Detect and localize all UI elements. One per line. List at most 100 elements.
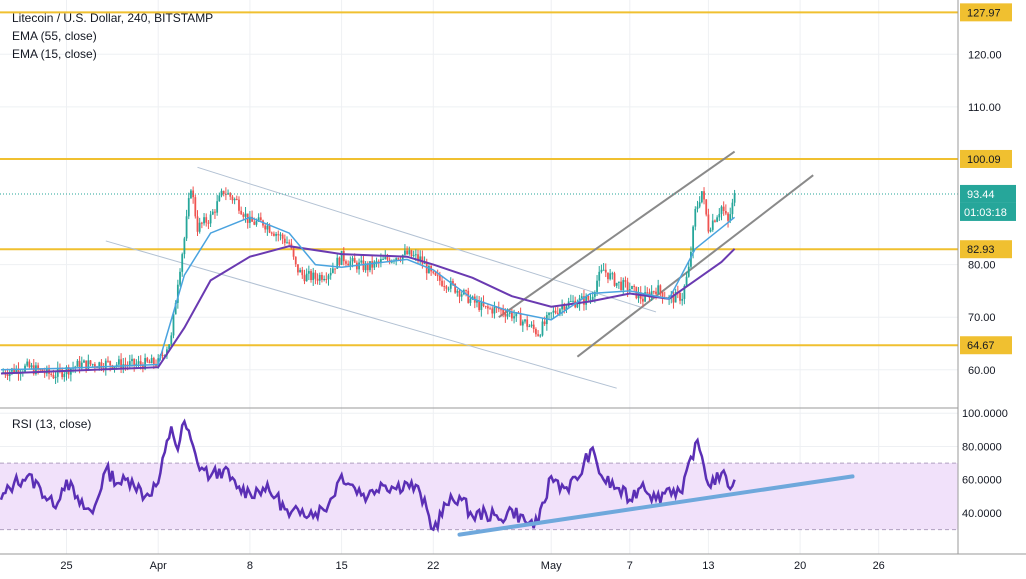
candle-body-95: [209, 214, 212, 224]
candle-body-225: [493, 306, 496, 314]
candle-body-73: [161, 355, 164, 357]
candle-body-82: [181, 254, 184, 272]
candle-body-125: [275, 234, 277, 236]
candle-body-115: [253, 221, 256, 225]
candle-body-41: [91, 364, 94, 366]
candle-body-40: [89, 360, 92, 365]
time-tick-label-3: 15: [335, 560, 347, 572]
candle-body-85: [187, 198, 190, 217]
candle-body-156: [342, 250, 345, 262]
candle-body-109: [240, 210, 243, 215]
ema-15-legend: EMA (15, close): [12, 47, 97, 61]
candle-body-164: [360, 260, 363, 263]
candle-body-332: [727, 213, 729, 221]
price-grid: [0, 0, 958, 408]
candle-body-201: [441, 280, 443, 286]
candle-body-240: [526, 319, 529, 327]
candle-body-288: [631, 285, 633, 290]
candle-body-320: [700, 191, 703, 203]
time-tick-label-0: 25: [60, 560, 72, 572]
candle-body-317: [694, 208, 697, 227]
candle-body-54: [120, 359, 122, 369]
candle-body-326: [714, 220, 716, 222]
candle-body-280: [613, 273, 616, 286]
rsi-pane[interactable]: [0, 418, 958, 537]
candle-body-145: [318, 274, 321, 281]
candle-body-238: [521, 321, 524, 326]
candle-body-265: [580, 296, 583, 299]
candle-body-316: [692, 226, 695, 252]
candle-body-107: [235, 198, 238, 200]
candle-body-141: [310, 271, 312, 281]
candle-body-318: [696, 206, 699, 209]
candle-body-184: [404, 250, 406, 255]
candle-body-121: [266, 225, 269, 230]
candle-body-49: [109, 361, 112, 366]
candle-body-261: [572, 300, 574, 302]
candle-body-310: [679, 292, 681, 301]
candle-body-329: [720, 206, 723, 214]
candle-body-93: [205, 217, 208, 223]
trend-lines[interactable]: [105, 150, 814, 389]
candle-body-276: [604, 269, 607, 273]
candle-body-22: [50, 373, 53, 375]
candle-body-96: [211, 211, 214, 215]
candle-body-204: [447, 288, 450, 290]
time-axis[interactable]: 25 Apr 8 15 22 May 7 13 20 26: [60, 560, 884, 572]
candle-body-253: [554, 310, 557, 313]
candle-body-86: [190, 190, 192, 199]
candle-body-99: [218, 195, 221, 202]
candle-body-187: [410, 250, 413, 257]
candle-body-122: [268, 225, 271, 233]
symbol-title: Litecoin / U.S. Dollar, 240, BITSTAMP: [12, 11, 213, 25]
candle-body-97: [214, 211, 216, 213]
candle-body-239: [524, 319, 526, 322]
candle-body-158: [347, 263, 350, 266]
candle-body-25: [56, 367, 59, 377]
price-pane[interactable]: [0, 11, 958, 389]
candle-body-149: [327, 275, 330, 280]
candle-body-210: [460, 294, 463, 297]
candle-body-232: [508, 312, 511, 314]
candle-body-286: [626, 281, 629, 291]
candle-body-319: [698, 202, 701, 207]
candle-body-325: [711, 220, 714, 230]
candle-body-246: [539, 335, 542, 337]
rsi-tick-label-2: 60.0000: [962, 475, 1002, 487]
trading-chart[interactable]: 120.00 110.00 80.00 70.00 60.00 100.0000 80.0…: [0, 0, 1026, 579]
candle-body-152: [334, 268, 336, 270]
candle-body-251: [550, 312, 553, 314]
candle-body-154: [338, 257, 341, 265]
candle-body-260: [569, 301, 572, 303]
trend-line-3[interactable]: [576, 174, 814, 358]
candle-body-200: [438, 275, 441, 281]
level-tag-label-1: 100.09: [967, 154, 1001, 166]
candle-body-168: [369, 261, 371, 271]
candle-body-118: [259, 217, 262, 221]
candle-body-263: [576, 304, 579, 308]
candle-body-150: [329, 272, 332, 276]
candle-body-68: [150, 358, 153, 364]
candle-body-270: [591, 296, 594, 300]
candle-body-106: [233, 198, 236, 201]
candle-body-218: [478, 301, 481, 311]
candle-body-257: [563, 305, 566, 310]
candle-body-223: [489, 308, 491, 310]
candle-body-328: [718, 213, 721, 218]
candle-body-186: [408, 250, 411, 255]
candle-body-272: [596, 280, 598, 293]
candle-body-60: [133, 358, 136, 366]
candle-body-243: [532, 324, 535, 329]
candle-body-48: [107, 360, 109, 362]
candle-body-105: [231, 196, 234, 201]
time-tick-label-8: 20: [794, 560, 806, 572]
level-tag-label-3: 64.67: [967, 340, 995, 352]
trend-line-0[interactable]: [197, 166, 657, 313]
rsi-axis[interactable]: 100.0000 80.0000 60.0000 40.0000: [962, 408, 1008, 520]
level-tag-label-2: 82.93: [967, 244, 995, 256]
candle-body-301: [659, 285, 662, 293]
candle-body-228: [500, 309, 502, 311]
rsi-title: RSI (13, close): [12, 417, 91, 431]
time-tick-label-1: Apr: [150, 560, 167, 572]
candle-body-116: [255, 221, 258, 225]
